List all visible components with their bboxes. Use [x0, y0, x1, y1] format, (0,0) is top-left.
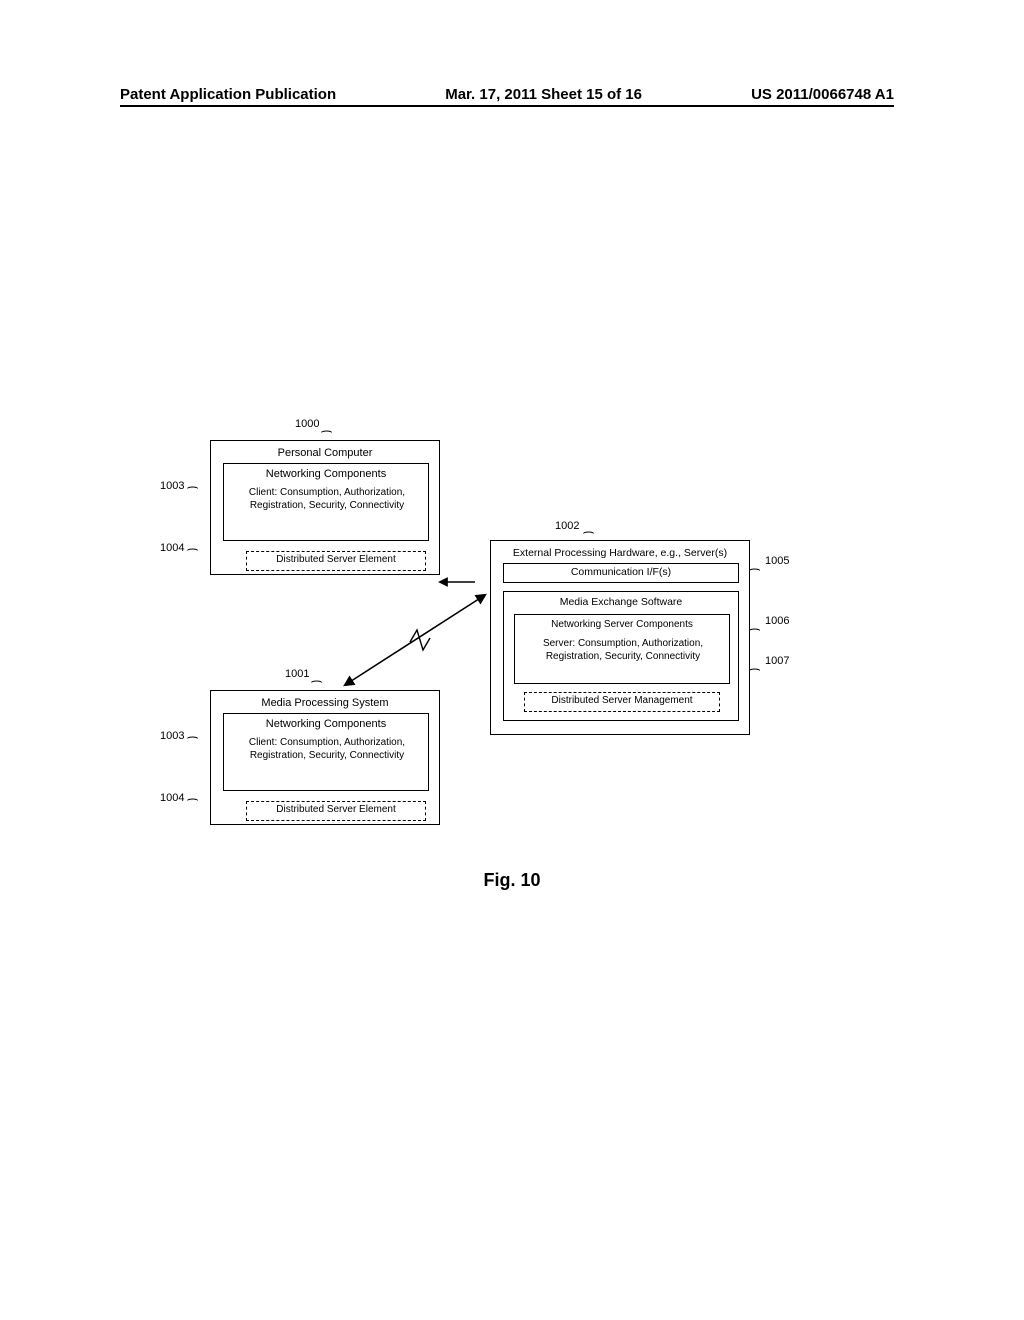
box-media-exchange-software: Media Exchange Software Networking Serve…: [503, 591, 739, 721]
ref-1004-a: 1004: [160, 542, 184, 554]
mes-title: Media Exchange Software: [504, 592, 738, 611]
nc1-title: Networking Components: [224, 464, 428, 484]
lead-1000: ⌢: [320, 424, 333, 440]
header-mid: Mar. 17, 2011 Sheet 15 of 16: [445, 86, 642, 103]
ref-1003-b: 1003: [160, 730, 184, 742]
lead-1004-a: ⌢: [186, 542, 199, 558]
box-client-2: Client: Consumption, Authorization, Regi…: [232, 734, 422, 778]
box-networking-components-1: Networking Components Client: Consumptio…: [223, 463, 429, 541]
box-networking-server-components: Networking Server Components Server: Con…: [514, 614, 730, 684]
box-external-processing-hardware: External Processing Hardware, e.g., Serv…: [490, 540, 750, 735]
figure-caption: Fig. 10: [0, 870, 1024, 891]
header-right: US 2011/0066748 A1: [751, 86, 894, 103]
ref-1004-b: 1004: [160, 792, 184, 804]
ref-1000: 1000: [295, 418, 319, 430]
bidirectional-arrow-icon: [325, 570, 505, 700]
ref-1002: 1002: [555, 520, 579, 532]
ref-1007: 1007: [765, 655, 789, 667]
box-networking-components-2: Networking Components Client: Consumptio…: [223, 713, 429, 791]
lead-1006: ⌢: [748, 622, 761, 638]
nsc-title: Networking Server Components: [515, 615, 729, 634]
box-personal-computer: Personal Computer Networking Components …: [210, 440, 440, 575]
ref-1001: 1001: [285, 668, 309, 680]
box-dse-2: Distributed Server Element: [246, 801, 426, 821]
box-comm-if: Communication I/F(s): [503, 563, 739, 583]
pc-title: Personal Computer: [211, 443, 439, 463]
box-dse-1: Distributed Server Element: [246, 551, 426, 571]
ref-1006: 1006: [765, 615, 789, 627]
diagram: Personal Computer Networking Components …: [160, 430, 880, 910]
lead-1003-b: ⌢: [186, 730, 199, 746]
box-dsm: Distributed Server Management: [524, 692, 720, 712]
header-left: Patent Application Publication: [120, 86, 336, 103]
lead-1007: ⌢: [748, 662, 761, 678]
lead-1002: ⌢: [582, 525, 595, 541]
eph-title: External Processing Hardware, e.g., Serv…: [491, 543, 749, 562]
box-media-processing-system: Media Processing System Networking Compo…: [210, 690, 440, 825]
ref-1005: 1005: [765, 555, 789, 567]
nc2-title: Networking Components: [224, 714, 428, 734]
box-server-desc: Server: Consumption, Authorization, Regi…: [521, 635, 725, 675]
lead-1001: ⌢: [310, 674, 323, 690]
lead-1005: ⌢: [748, 562, 761, 578]
ref-1003-a: 1003: [160, 480, 184, 492]
box-client-1: Client: Consumption, Authorization, Regi…: [232, 484, 422, 528]
page-header: Patent Application Publication Mar. 17, …: [120, 86, 894, 107]
lead-1004-b: ⌢: [186, 792, 199, 808]
lead-1003-a: ⌢: [186, 480, 199, 496]
